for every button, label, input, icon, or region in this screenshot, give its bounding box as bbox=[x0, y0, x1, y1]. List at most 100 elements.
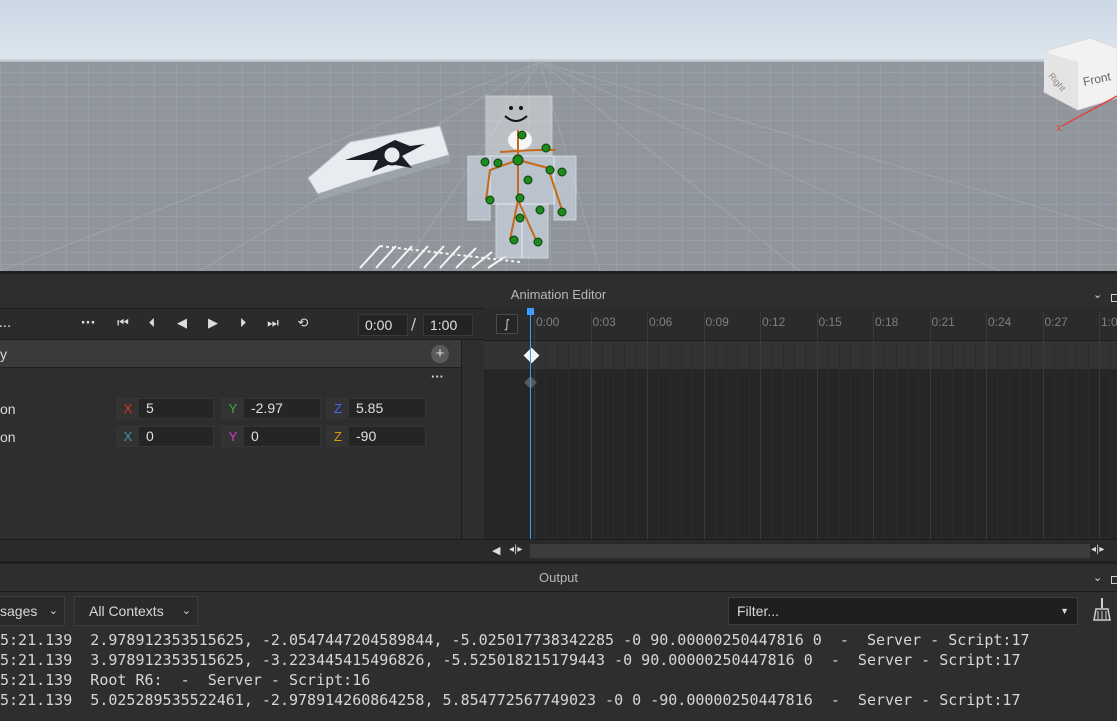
minor-gridline bbox=[827, 341, 829, 539]
x-tag: X bbox=[117, 399, 139, 418]
rig-menu-button[interactable]: ... bbox=[0, 315, 12, 333]
rotation-x-field[interactable]: X 0 bbox=[116, 426, 214, 447]
tick-label: 0:12 bbox=[762, 315, 786, 329]
x-tag: X bbox=[117, 427, 139, 446]
track-row-position[interactable]: on X 5 Y -2.97 Z 5.85 bbox=[0, 396, 462, 420]
minor-gridline bbox=[1008, 341, 1010, 539]
3d-viewport[interactable]: Front Right x bbox=[0, 0, 1117, 271]
time-separator: / bbox=[411, 315, 417, 333]
tick-label: 1:0 bbox=[1101, 315, 1117, 329]
collapse-chevron-icon[interactable]: ⌄ bbox=[1093, 571, 1102, 584]
tick-gridline bbox=[534, 312, 535, 539]
track-row-rotation[interactable]: on X 0 Y 0 Z -90 bbox=[0, 424, 462, 448]
contexts-dropdown[interactable]: All Contexts ⌄ bbox=[74, 596, 198, 626]
add-track-icon[interactable]: + bbox=[431, 345, 449, 363]
rotation-label: on bbox=[0, 429, 16, 445]
filter-dropdown-icon[interactable]: ▼ bbox=[1060, 598, 1069, 624]
chevron-down-icon: ⌄ bbox=[48, 605, 58, 617]
minor-gridline bbox=[805, 341, 807, 539]
timeline-scrollbar[interactable]: ◀ ◂|▸ ◂|▸ bbox=[484, 539, 1117, 562]
loop-icon[interactable]: ⟲ bbox=[292, 315, 314, 333]
messages-dropdown[interactable]: sages ⌄ bbox=[0, 596, 65, 626]
minor-gridline bbox=[782, 341, 784, 539]
minor-gridline bbox=[545, 341, 547, 539]
rotation-y-value[interactable]: 0 bbox=[251, 427, 259, 446]
skip-to-end-icon[interactable]: ⏭ bbox=[262, 315, 284, 333]
log-line: 5:21.139 2.978912353515625, -2.054744720… bbox=[0, 631, 1030, 649]
dock-icon[interactable] bbox=[1111, 294, 1117, 302]
track-more-button[interactable]: ··· bbox=[431, 369, 444, 384]
baseplate-scene: Front Right x bbox=[0, 37, 1117, 271]
animation-toolbar: ... ··· ⏮ ⏴ ◀ ▶ ⏵ ⏭ ⟲ 0:00 / 1:00 bbox=[0, 308, 484, 340]
minor-gridline bbox=[997, 341, 999, 539]
output-toolbar: sages ⌄ All Contexts ⌄ Filter... ▼ bbox=[0, 591, 1117, 630]
position-z-value[interactable]: 5.85 bbox=[356, 399, 383, 418]
rotation-x-value[interactable]: 0 bbox=[146, 427, 154, 446]
current-time-input[interactable]: 0:00 bbox=[358, 314, 408, 336]
minor-gridline bbox=[692, 341, 694, 539]
scroll-thumb[interactable] bbox=[530, 544, 1090, 558]
rotation-z-value[interactable]: -90 bbox=[356, 427, 376, 446]
zoom-handle-right-icon[interactable]: ◂|▸ bbox=[1091, 544, 1113, 555]
tick-gridline bbox=[760, 312, 761, 539]
playhead-handle[interactable] bbox=[527, 308, 534, 315]
minor-gridline bbox=[884, 341, 886, 539]
log-line: 5:21.139 3.978912353515625, -3.223445415… bbox=[0, 651, 1021, 669]
minor-gridline bbox=[1065, 341, 1067, 539]
minor-gridline bbox=[714, 341, 716, 539]
filter-input[interactable]: Filter... ▼ bbox=[728, 597, 1078, 625]
minor-gridline bbox=[635, 341, 637, 539]
timeline-ruler[interactable]: ∫ 0:00 0:03 0:06 0:09 0:12 0:15 0:18 0:21 0:24 0:… bbox=[484, 308, 1117, 341]
collapse-chevron-icon[interactable]: ⌄ bbox=[1093, 288, 1102, 301]
zoom-handle-left-icon[interactable]: ◂|▸ bbox=[509, 544, 527, 555]
minor-gridline bbox=[850, 341, 852, 539]
end-time-input[interactable]: 1:00 bbox=[423, 314, 473, 336]
tick-gridline bbox=[929, 312, 931, 539]
more-options-button[interactable]: ··· bbox=[78, 315, 98, 333]
next-keyframe-icon[interactable]: ⏵ bbox=[233, 315, 253, 333]
minor-gridline bbox=[726, 341, 728, 539]
minor-gridline bbox=[1053, 341, 1055, 539]
track-row-part[interactable]: ··· bbox=[0, 369, 462, 393]
position-x-value[interactable]: 5 bbox=[146, 399, 154, 418]
minor-gridline bbox=[658, 341, 660, 539]
position-y-value[interactable]: -2.97 bbox=[251, 399, 283, 418]
minor-gridline bbox=[579, 341, 581, 539]
skip-to-start-icon[interactable]: ⏮ bbox=[112, 315, 134, 333]
rotation-z-field[interactable]: Z -90 bbox=[326, 426, 426, 447]
play-icon[interactable]: ▶ bbox=[203, 315, 223, 333]
minor-gridline bbox=[963, 341, 965, 539]
minor-gridline bbox=[895, 341, 897, 539]
curve-editor-icon[interactable]: ∫ bbox=[496, 314, 518, 334]
timeline[interactable]: ∫ 0:00 0:03 0:06 0:09 0:12 0:15 0:18 0:21 0:24 0:… bbox=[484, 308, 1117, 562]
position-label: on bbox=[0, 401, 16, 417]
tick-gridline bbox=[873, 312, 874, 539]
rotation-y-field[interactable]: Y 0 bbox=[221, 426, 321, 447]
dock-icon[interactable] bbox=[1111, 576, 1117, 584]
minor-gridline bbox=[1019, 341, 1021, 539]
tick-gridline bbox=[647, 312, 648, 539]
position-z-field[interactable]: Z 5.85 bbox=[326, 398, 426, 419]
minor-gridline bbox=[680, 341, 682, 539]
tick-gridline bbox=[816, 312, 818, 539]
position-y-field[interactable]: Y -2.97 bbox=[221, 398, 321, 419]
track-row-root[interactable]: y + bbox=[0, 340, 462, 368]
play-reverse-icon[interactable]: ◀ bbox=[172, 315, 192, 333]
messages-dropdown-label: sages bbox=[0, 603, 38, 619]
minor-gridline bbox=[748, 341, 750, 539]
minor-gridline bbox=[771, 341, 773, 539]
tick-label: 0:09 bbox=[705, 315, 729, 329]
tick-label: 0:15 bbox=[818, 315, 842, 329]
minor-gridline bbox=[906, 341, 908, 539]
track-list-footer bbox=[0, 539, 484, 560]
chevron-down-icon: ⌄ bbox=[181, 605, 191, 617]
panel-title: Animation Editor bbox=[510, 287, 607, 302]
previous-keyframe-icon[interactable]: ⏴ bbox=[142, 315, 162, 333]
x-axis-label: x bbox=[1056, 122, 1062, 134]
position-x-field[interactable]: X 5 bbox=[116, 398, 214, 419]
minor-gridline bbox=[567, 341, 569, 539]
clear-output-icon[interactable] bbox=[1092, 598, 1112, 622]
z-tag: Z bbox=[327, 399, 349, 418]
playhead[interactable] bbox=[530, 312, 531, 540]
scroll-left-icon[interactable]: ◀ bbox=[492, 544, 500, 557]
